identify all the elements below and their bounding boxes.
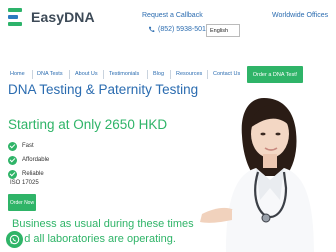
iso-certification: ISO 17025 <box>10 180 39 186</box>
feature-label: Reliable <box>22 171 44 177</box>
feature-item: Affordable <box>8 153 49 167</box>
logo-mark-icon <box>8 7 26 27</box>
whatsapp-button[interactable] <box>5 230 24 249</box>
check-icon <box>8 141 17 151</box>
nav-item-resources[interactable]: Resources <box>176 71 202 77</box>
feature-item: Reliable <box>8 167 49 181</box>
doctor-photo <box>200 98 314 252</box>
request-callback-link[interactable]: Request a Callback <box>142 12 203 19</box>
nav-item-about-us[interactable]: About Us <box>75 71 98 77</box>
order-now-button[interactable]: Order Now <box>8 194 36 211</box>
worldwide-offices-link[interactable]: Worldwide Offices <box>272 12 328 19</box>
nav-item-contact-us[interactable]: Contact Us <box>213 71 240 77</box>
order-dna-test-button[interactable]: Order a DNA Test! <box>247 66 303 83</box>
nav-item-blog[interactable]: Blog <box>153 71 164 77</box>
feature-label: Affordable <box>22 157 50 163</box>
nav-item-home[interactable]: Home <box>10 71 25 77</box>
language-select[interactable]: English <box>206 24 240 37</box>
logo-text: EasyDNA <box>31 9 95 25</box>
business-notice: Business as usual during these times and… <box>12 218 194 245</box>
phone-number: (852) 5938-5018 <box>158 26 210 33</box>
phone-link[interactable]: (852) 5938-5018 <box>148 26 210 33</box>
nav-item-dna-tests[interactable]: DNA Tests <box>37 71 63 77</box>
check-icon <box>8 155 17 165</box>
feature-item: Fast <box>8 139 49 153</box>
check-icon <box>8 169 17 179</box>
hero-title: DNA Testing & Paternity Testing <box>8 82 199 97</box>
feature-list: Fast Affordable Reliable <box>8 139 49 181</box>
feature-label: Fast <box>22 143 34 149</box>
phone-icon <box>149 26 155 32</box>
whatsapp-icon <box>9 234 20 245</box>
nav-item-testimonials[interactable]: Testimonials <box>109 71 139 77</box>
hero-subtitle: Starting at Only 2650 HKD <box>8 117 168 132</box>
logo[interactable]: EasyDNA <box>8 7 95 27</box>
